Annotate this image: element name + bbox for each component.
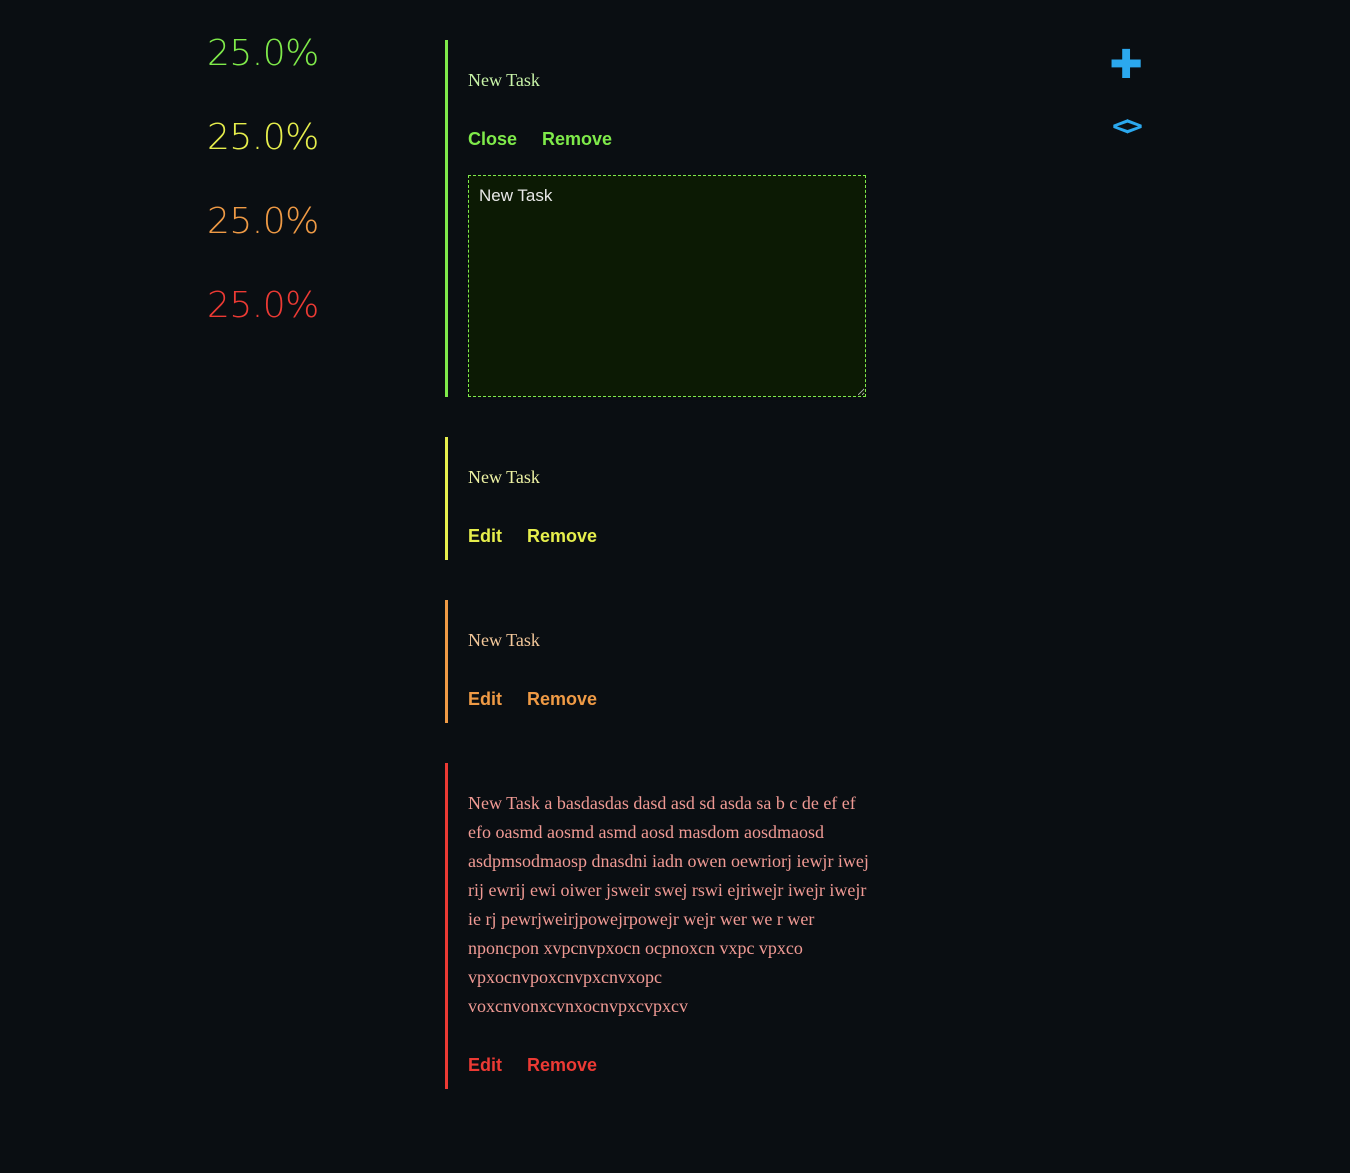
edit-button[interactable]: Edit	[468, 688, 502, 710]
task-item: New Task Edit Remove	[445, 437, 905, 560]
task-actions: Edit Remove	[468, 492, 905, 560]
task-editor-textarea[interactable]: New Task	[468, 175, 866, 397]
plus-icon[interactable]: ✚	[1104, 45, 1148, 85]
edit-button[interactable]: Edit	[468, 525, 502, 547]
task-actions: Edit Remove	[468, 1021, 905, 1089]
toolbar: ✚ <>	[1104, 45, 1148, 141]
task-actions: Close Remove	[468, 95, 905, 163]
stat-orange-percent: 25.0%	[207, 201, 319, 242]
task-item: New Task a basdasdas dasd asd sd asda sa…	[445, 763, 905, 1089]
remove-button[interactable]: Remove	[527, 688, 597, 710]
task-list: New Task Close Remove New Task New Task …	[445, 40, 905, 1129]
stat-yellow-percent: 25.0%	[207, 117, 319, 158]
task-text: New Task	[468, 70, 540, 90]
stat-green-percent: 25.0%	[207, 33, 319, 74]
remove-button[interactable]: Remove	[542, 128, 612, 150]
edit-button[interactable]: Edit	[468, 1054, 502, 1076]
completion-stats: 25.0% 25.0% 25.0% 25.0%	[207, 30, 357, 366]
task-text: New Task	[468, 630, 540, 650]
task-text: New Task	[468, 467, 540, 487]
code-icon[interactable]: <>	[1104, 111, 1148, 141]
task-item: New Task Edit Remove	[445, 600, 905, 723]
task-item: New Task Close Remove New Task	[445, 40, 905, 397]
remove-button[interactable]: Remove	[527, 1054, 597, 1076]
stat-red-percent: 25.0%	[207, 285, 319, 326]
remove-button[interactable]: Remove	[527, 525, 597, 547]
task-actions: Edit Remove	[468, 655, 905, 723]
task-text: New Task a basdasdas dasd asd sd asda sa…	[468, 793, 869, 1016]
close-button[interactable]: Close	[468, 128, 517, 150]
